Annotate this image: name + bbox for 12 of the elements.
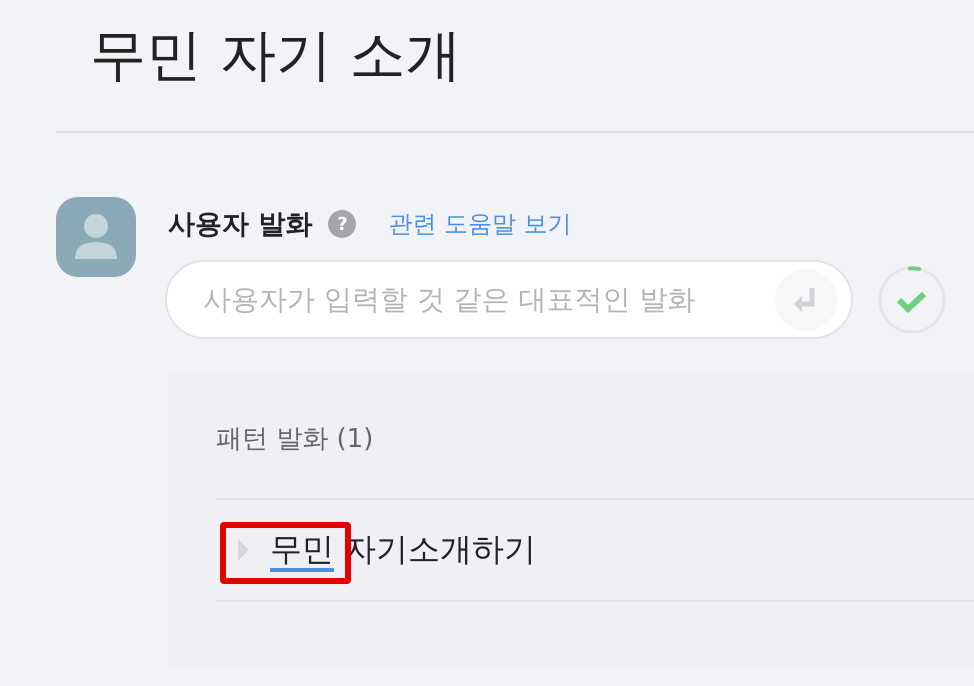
utterance-field[interactable]: 사용자가 입력할 것 같은 대표적인 발화 xyxy=(165,260,853,339)
help-link[interactable]: 관련 도움말 보기 xyxy=(388,208,572,240)
utterance-label: 사용자 발화 xyxy=(168,208,312,242)
check-status-icon xyxy=(877,264,947,334)
utterance-input-field[interactable]: 사용자가 입력할 것 같은 대표적인 발화 xyxy=(201,282,775,317)
pattern-utterance: 무민 자기소개하기 xyxy=(270,528,536,572)
pattern-heading: 패턴 발화 (1) xyxy=(216,373,974,500)
page-title: 무민 자기 소개 xyxy=(89,22,463,90)
help-icon[interactable]: ? xyxy=(328,210,356,238)
expand-icon[interactable] xyxy=(238,539,249,561)
avatar-icon xyxy=(56,197,136,277)
enter-button[interactable] xyxy=(775,268,837,330)
